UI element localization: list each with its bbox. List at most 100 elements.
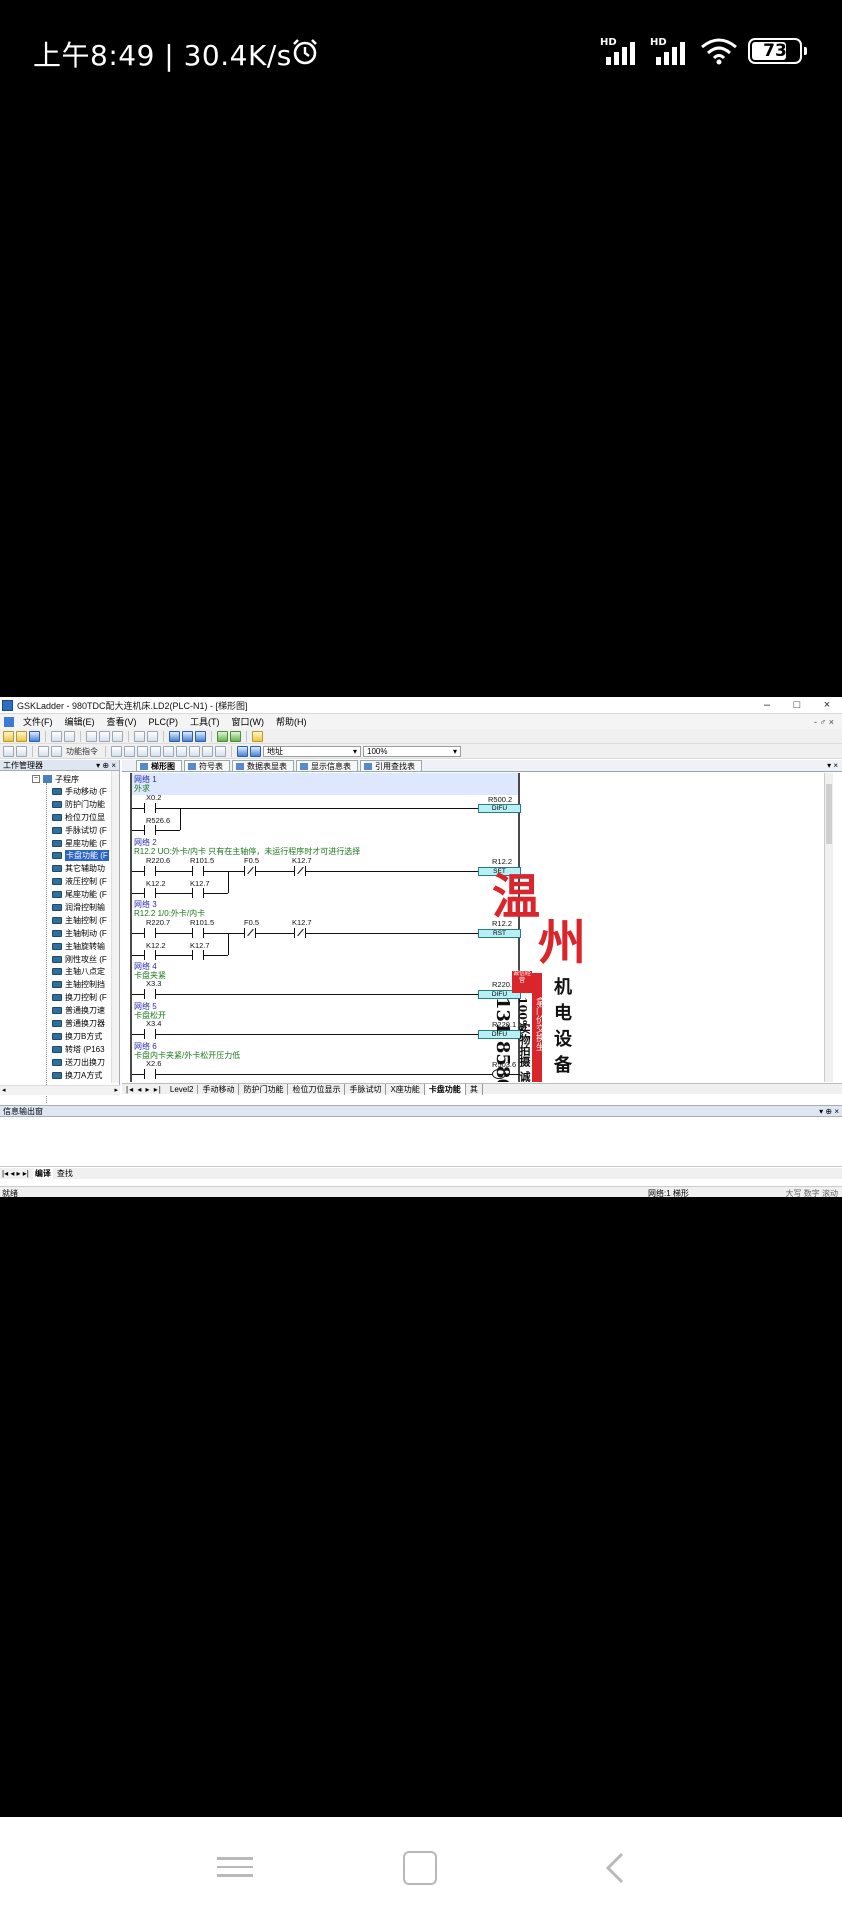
line-tool-icon[interactable]	[16, 745, 27, 757]
sheet-tab[interactable]: 手动移动	[198, 1083, 240, 1095]
tab-find[interactable]: 查找	[57, 1168, 73, 1179]
contact-no[interactable]	[192, 928, 204, 938]
menu-edit[interactable]: 编辑(E)	[59, 715, 101, 728]
cut-icon[interactable]	[86, 730, 97, 742]
contact-no[interactable]	[144, 989, 156, 999]
print-icon[interactable]	[51, 730, 62, 742]
tree-item[interactable]: 普通换刀器	[52, 1017, 119, 1030]
ladder-vscrollbar[interactable]	[824, 773, 833, 1082]
sheet-tab-nav[interactable]: |◂ ◂ ▸ ▸|	[126, 1085, 162, 1094]
run-icon[interactable]	[217, 730, 228, 742]
contact-no[interactable]	[144, 803, 156, 813]
menu-plc[interactable]: PLC(P)	[143, 717, 185, 727]
pane-controls[interactable]: ▾ ⊕ ×	[819, 1107, 842, 1116]
sheet-tab[interactable]: 防护门功能	[239, 1083, 289, 1095]
upload-icon[interactable]	[195, 730, 206, 742]
ladder-editor[interactable]: 网络 1 外求 X0.2 R526.6 R500.2 DIFU 网络 2 R12…	[122, 773, 833, 1082]
menu-file[interactable]: 文件(F)	[17, 715, 59, 728]
insert-row-icon[interactable]	[176, 745, 187, 757]
back-icon[interactable]	[598, 1851, 634, 1885]
function-block[interactable]: RST	[478, 929, 521, 938]
home-icon[interactable]	[403, 1851, 437, 1885]
download-icon[interactable]	[182, 730, 193, 742]
pane-controls[interactable]: ▾ ⊕ ×	[96, 761, 119, 770]
contact-nc[interactable]	[244, 928, 256, 938]
sheet-tab[interactable]: X座功能	[386, 1083, 425, 1095]
function-block[interactable]: DIFU	[478, 990, 521, 999]
contact-no[interactable]	[144, 866, 156, 876]
menu-help[interactable]: 帮助(H)	[270, 715, 313, 728]
vline-tool-icon[interactable]	[124, 745, 135, 757]
contact-no[interactable]	[192, 888, 204, 898]
contact-no[interactable]	[144, 825, 156, 835]
contact-nc[interactable]	[294, 866, 306, 876]
coil-neg-icon[interactable]	[163, 745, 174, 757]
menu-window[interactable]: 窗口(W)	[226, 715, 271, 728]
function-block[interactable]: DIFU	[478, 804, 521, 813]
view-ladder-icon[interactable]	[237, 745, 248, 757]
delete-row-icon[interactable]	[189, 745, 200, 757]
project-pane-hscrollbar[interactable]: ◂ ▸	[0, 1085, 120, 1095]
menu-tools[interactable]: 工具(T)	[184, 715, 226, 728]
contact-no[interactable]	[192, 866, 204, 876]
monitor-icon[interactable]	[230, 730, 241, 742]
open-folder-icon[interactable]	[16, 730, 27, 742]
compile-icon[interactable]	[169, 730, 180, 742]
function-block[interactable]: SET	[478, 867, 521, 876]
sheet-tab-active[interactable]: 卡盘功能	[424, 1083, 466, 1095]
contact-nc[interactable]	[294, 928, 306, 938]
help-icon[interactable]	[252, 730, 263, 742]
print-preview-icon[interactable]	[64, 730, 75, 742]
tab-symbol-table[interactable]: 符号表	[184, 760, 230, 771]
paste-icon[interactable]	[112, 730, 123, 742]
contact-nc[interactable]	[244, 866, 256, 876]
tree-item[interactable]: 检位刀位显	[52, 811, 119, 824]
close-button[interactable]: ×	[812, 699, 842, 711]
tree-item[interactable]: 换刀B方式	[52, 1030, 119, 1043]
tree-item[interactable]: 送刀出换刀	[52, 1056, 119, 1069]
contact-no-icon[interactable]	[38, 745, 49, 757]
contact-no[interactable]	[144, 928, 156, 938]
insert-col-icon[interactable]	[202, 745, 213, 757]
contact-no[interactable]	[192, 950, 204, 960]
minimize-button[interactable]: –	[752, 699, 782, 711]
tab-data-table[interactable]: 数据表显表	[232, 760, 294, 771]
project-pane-scrollbar[interactable]	[111, 771, 119, 1083]
delete-col-icon[interactable]	[215, 745, 226, 757]
tree-item[interactable]: 主轴旋转输	[52, 940, 119, 953]
tree-item[interactable]: 润滑控制输	[52, 901, 119, 914]
tree-item[interactable]: 主轴控制挡	[52, 978, 119, 991]
menu-view[interactable]: 查看(V)	[101, 715, 143, 728]
hline-tool-icon[interactable]	[111, 745, 122, 757]
tab-cross-reference[interactable]: 引用查找表	[360, 760, 422, 771]
address-combo[interactable]: 地址 ▾	[263, 745, 361, 757]
function-instruction-label[interactable]: 功能指令	[66, 746, 98, 757]
scroll-left-icon[interactable]: ◂	[2, 1086, 6, 1095]
maximize-button[interactable]: □	[782, 699, 812, 711]
select-tool-icon[interactable]	[3, 745, 14, 757]
tree-item[interactable]: 普通换刀速	[52, 1004, 119, 1017]
scroll-right-icon[interactable]: ▸	[114, 1086, 118, 1095]
menu-icon[interactable]	[217, 1851, 253, 1885]
contact-no[interactable]	[144, 888, 156, 898]
redo-icon[interactable]	[147, 730, 158, 742]
tree-item[interactable]: 尾座功能 (F	[52, 888, 119, 901]
contact-no[interactable]	[144, 1069, 156, 1079]
tree-item[interactable]: 其它辅助功	[52, 862, 119, 875]
save-icon[interactable]	[29, 730, 40, 742]
contact-no[interactable]	[144, 1029, 156, 1039]
sheet-tab[interactable]: 检位刀位显示	[288, 1083, 346, 1095]
tab-controls[interactable]: ▾ ×	[827, 761, 842, 770]
collapse-icon[interactable]: −	[32, 775, 40, 783]
tree-item[interactable]: 液压控制 (F	[52, 875, 119, 888]
tree-item[interactable]: 手动移动 (F	[52, 785, 119, 798]
tree-item[interactable]: 星座功能 (F	[52, 837, 119, 850]
tab-display-info[interactable]: 显示信息表	[296, 760, 358, 771]
info-output-area[interactable]	[0, 1117, 842, 1167]
output-coil[interactable]	[492, 1069, 506, 1079]
function-block[interactable]: DIFU	[478, 1030, 521, 1039]
tab-compile[interactable]: 编译	[32, 1168, 53, 1179]
tree-item[interactable]: 刚性攻丝 (F	[52, 953, 119, 966]
sheet-tab[interactable]: 其	[466, 1083, 483, 1095]
new-file-icon[interactable]	[3, 730, 14, 742]
